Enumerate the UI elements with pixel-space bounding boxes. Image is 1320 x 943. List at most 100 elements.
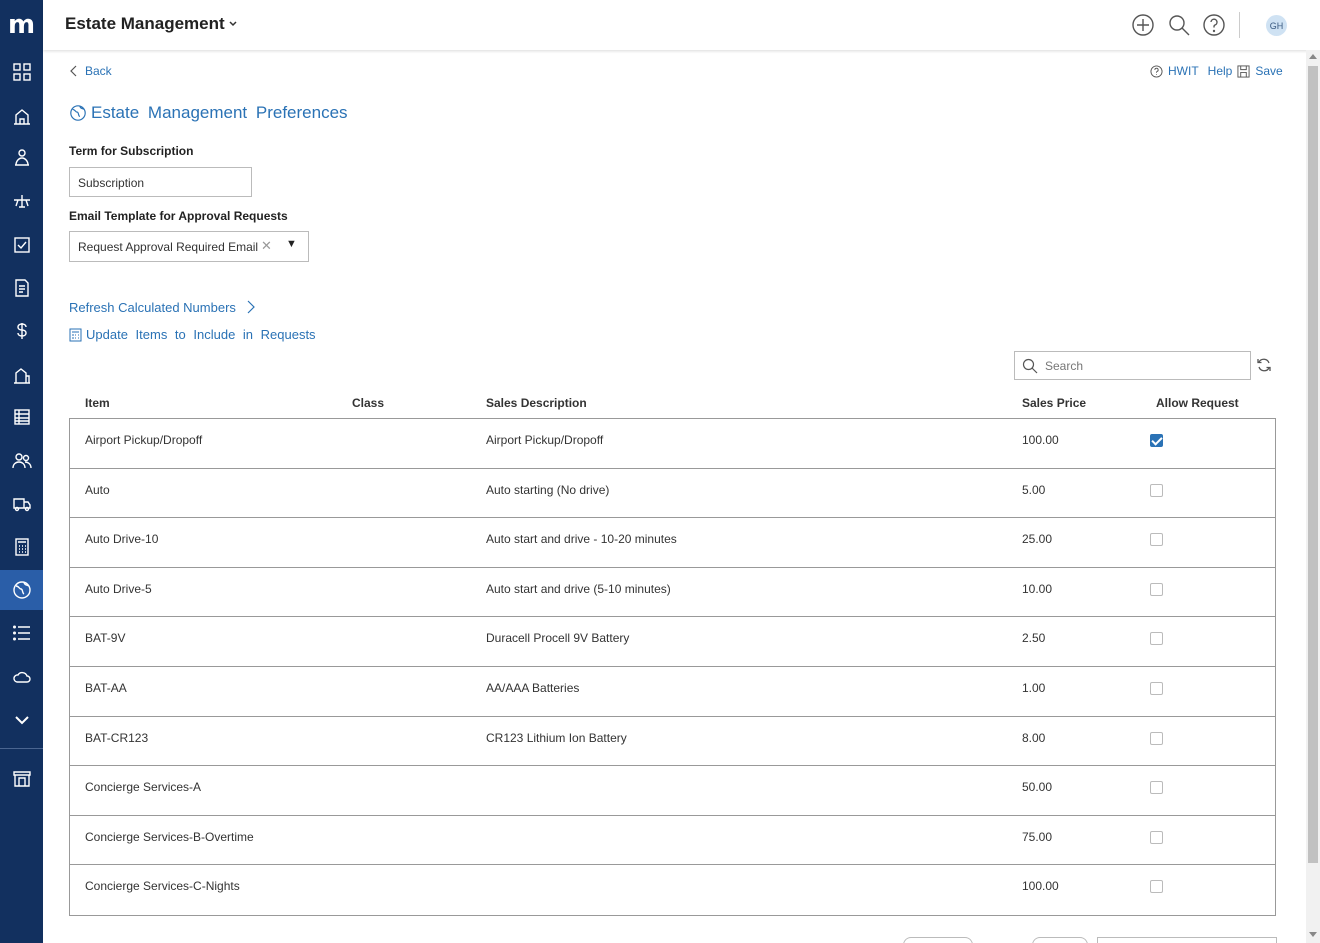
chevron-left-icon (70, 65, 77, 77)
cell-price: 75.00 (1022, 829, 1053, 844)
app-logo[interactable]: m (0, 0, 43, 50)
cell-item: Auto Drive-10 (85, 532, 159, 547)
aircraft-icon[interactable] (0, 181, 43, 221)
back-label: Back (85, 64, 112, 78)
chevron-down-icon[interactable] (0, 700, 43, 740)
cell-item: BAT-9V (85, 631, 126, 646)
people-icon[interactable] (0, 441, 43, 481)
update-items-label: Update Items to Include in Requests (86, 327, 316, 342)
cell-description: Duracell Procell 9V Battery (486, 631, 630, 646)
refresh-calculated-label: Refresh Calculated Numbers (69, 299, 236, 315)
table-row[interactable]: Auto Auto starting (No drive) 5.00 (70, 469, 1275, 519)
scrollbar-thumb[interactable] (1308, 66, 1318, 863)
term-label: Term for Subscription (69, 144, 194, 158)
top-bar-divider (1239, 12, 1240, 38)
dollar-icon[interactable] (0, 311, 43, 351)
table-row[interactable]: Concierge Services-B-Overtime 75.00 (70, 816, 1275, 866)
task-check-icon[interactable] (0, 225, 43, 265)
cell-description: Auto start and drive - 10-20 minutes (486, 532, 677, 547)
sidebar: m (0, 0, 43, 943)
table-row[interactable]: Concierge Services-A 50.00 (70, 766, 1275, 816)
cell-description: CR123 Lithium Ion Battery (486, 730, 627, 745)
table-row[interactable]: Auto Drive-5 Auto start and drive (5-10 m… (70, 568, 1275, 618)
update-items-link[interactable]: Update Items to Include in Requests (69, 327, 316, 342)
chevron-down-icon[interactable] (227, 18, 239, 30)
save-icon (1237, 64, 1250, 78)
search-icon[interactable] (1167, 13, 1191, 37)
table-row[interactable]: BAT-AA AA/AAA Batteries 1.00 (70, 667, 1275, 717)
table-row[interactable]: Concierge Services-C-Nights 100.00 (70, 865, 1275, 915)
col-item-header[interactable]: Item (85, 396, 110, 410)
allow-request-checkbox[interactable] (1150, 681, 1163, 695)
scroll-down-arrow[interactable] (1309, 932, 1317, 937)
ledger-icon[interactable] (0, 397, 43, 437)
table-row[interactable]: Auto Drive-10 Auto start and drive - 10-2… (70, 518, 1275, 568)
page-size-control[interactable] (1032, 937, 1088, 943)
add-icon[interactable] (1131, 13, 1155, 37)
buildings-icon[interactable] (0, 355, 43, 395)
truck-icon[interactable] (0, 484, 43, 524)
calculator-icon[interactable] (0, 527, 43, 567)
store-icon[interactable] (0, 758, 43, 798)
allow-request-checkbox[interactable] (1150, 582, 1163, 596)
col-description-header[interactable]: Sales Description (486, 396, 587, 410)
page-jump-control[interactable] (1097, 937, 1277, 943)
table-row[interactable]: BAT-9V Duracell Procell 9V Battery 2.50 (70, 617, 1275, 667)
cell-price: 8.00 (1022, 730, 1046, 745)
table-header: Item Class Sales Description Sales Price… (69, 394, 1276, 418)
cell-description: Auto starting (No drive) (486, 482, 610, 497)
email-template-value: Request Approval Required Email (78, 240, 259, 254)
allow-request-checkbox[interactable] (1150, 483, 1163, 497)
col-price-header[interactable]: Sales Price (1022, 396, 1086, 410)
table-row[interactable]: BAT-CR123 CR123 Lithium Ion Battery 8.00 (70, 717, 1275, 767)
globe-icon[interactable] (0, 570, 43, 610)
cell-price: 10.00 (1022, 581, 1053, 596)
help-link[interactable]: Help (1208, 64, 1233, 78)
allow-request-checkbox[interactable] (1150, 880, 1163, 894)
allow-request-checkbox[interactable] (1150, 830, 1163, 844)
app-title[interactable]: Estate Management (65, 14, 225, 34)
list-icon[interactable] (0, 613, 43, 653)
col-allow-header[interactable]: Allow Request (1156, 396, 1239, 410)
avatar[interactable]: GH (1266, 15, 1287, 36)
col-class-header[interactable]: Class (352, 396, 384, 410)
table-row[interactable]: Airport Pickup/Dropoff Airport Pickup/Dro… (70, 419, 1275, 469)
chevron-right-icon (247, 300, 255, 314)
cell-price: 2.50 (1022, 631, 1046, 646)
cell-price: 50.00 (1022, 780, 1053, 795)
cell-item: Concierge Services-A (85, 780, 202, 795)
person-icon[interactable] (0, 138, 43, 178)
allow-request-checkbox[interactable] (1150, 533, 1163, 547)
invoice-icon[interactable] (0, 268, 43, 308)
allow-request-checkbox[interactable] (1150, 632, 1163, 646)
scroll-up-arrow[interactable] (1309, 54, 1317, 59)
back-button[interactable]: Back (69, 64, 112, 78)
cell-price: 100.00 (1022, 879, 1059, 894)
save-button[interactable]: Save (1255, 64, 1282, 78)
dashboard-icon[interactable] (0, 52, 43, 92)
cell-price: 100.00 (1022, 433, 1059, 447)
cloud-icon[interactable] (0, 657, 43, 697)
help-icon[interactable] (1202, 13, 1226, 37)
search-icon (1022, 358, 1038, 374)
pagination-control[interactable] (903, 937, 973, 943)
help-circle-icon (1150, 64, 1163, 78)
allow-request-checkbox[interactable] (1150, 781, 1163, 795)
allow-request-checkbox[interactable] (1150, 731, 1163, 745)
cell-item: Concierge Services-C-Nights (85, 879, 240, 894)
property-icon[interactable] (0, 96, 43, 136)
refresh-icon[interactable] (1256, 357, 1272, 373)
clear-icon[interactable]: ✕ (261, 238, 272, 254)
calculator-icon (69, 328, 82, 341)
term-input[interactable]: Subscription (69, 167, 252, 197)
refresh-calculated-link[interactable]: Refresh Calculated Numbers (69, 299, 258, 315)
dropdown-caret-icon[interactable]: ▼ (286, 238, 297, 250)
allow-request-checkbox[interactable] (1150, 434, 1163, 447)
cell-item: Airport Pickup/Dropoff (85, 433, 203, 447)
email-template-select[interactable]: Request Approval Required Email ✕ ▼ (69, 231, 309, 262)
search-input[interactable] (1043, 358, 1243, 374)
search-field[interactable] (1014, 351, 1251, 380)
page-title-text: Estate Management Preferences (91, 103, 348, 122)
hwit-link[interactable]: HWIT (1168, 64, 1199, 78)
email-template-label: Email Template for Approval Requests (69, 209, 288, 223)
